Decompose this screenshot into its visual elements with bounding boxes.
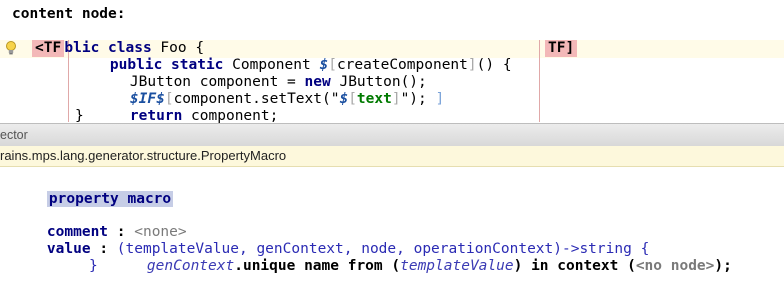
templatevalue-param[interactable]: templateValue xyxy=(400,258,514,274)
function-close-brace: } xyxy=(89,258,98,274)
text-literal[interactable]: text xyxy=(357,91,392,107)
macro-bracket-close: ] xyxy=(467,57,477,73)
content-node-header: content node: xyxy=(12,6,126,22)
value-label: value xyxy=(46,241,91,257)
value-colon: : xyxy=(99,241,109,257)
inspector-title: ector xyxy=(0,128,28,142)
text-macro-marker[interactable]: $ xyxy=(339,91,348,107)
template-fragment-right-rule xyxy=(539,40,540,122)
text-bracket-close: ] xyxy=(391,91,401,107)
no-node-placeholder[interactable]: <no node> xyxy=(636,258,715,274)
concept-name-bar: rains.mps.lang.generator.structure.Prope… xyxy=(0,146,784,167)
method-close-brace: } xyxy=(75,108,84,122)
function-body-line[interactable]: genContext.unique name from (templateVal… xyxy=(112,241,732,292)
lightbulb-icon[interactable] xyxy=(5,40,17,56)
gencontext-param[interactable]: genContext xyxy=(147,258,234,274)
if-bracket-close: ] xyxy=(426,91,445,107)
text-bracket-open: [ xyxy=(348,91,357,107)
template-fragment-open-tag[interactable]: <TF xyxy=(32,40,65,57)
property-macro-title[interactable]: property macro xyxy=(46,191,174,207)
settext-call-end: "); xyxy=(400,91,427,107)
in-context-op: ) in context ( xyxy=(513,258,636,274)
unique-name-op: .unique name from ( xyxy=(234,258,401,274)
inspector-header-bar[interactable]: ector xyxy=(0,123,784,147)
statement-end: ); xyxy=(714,258,732,274)
template-fragment-close-tag[interactable]: TF] xyxy=(545,40,578,57)
return-keyword: return xyxy=(129,108,183,124)
method-params: () { xyxy=(476,57,512,73)
return-value: component; xyxy=(182,108,279,124)
concept-name: rains.mps.lang.generator.structure.Prope… xyxy=(0,148,287,163)
